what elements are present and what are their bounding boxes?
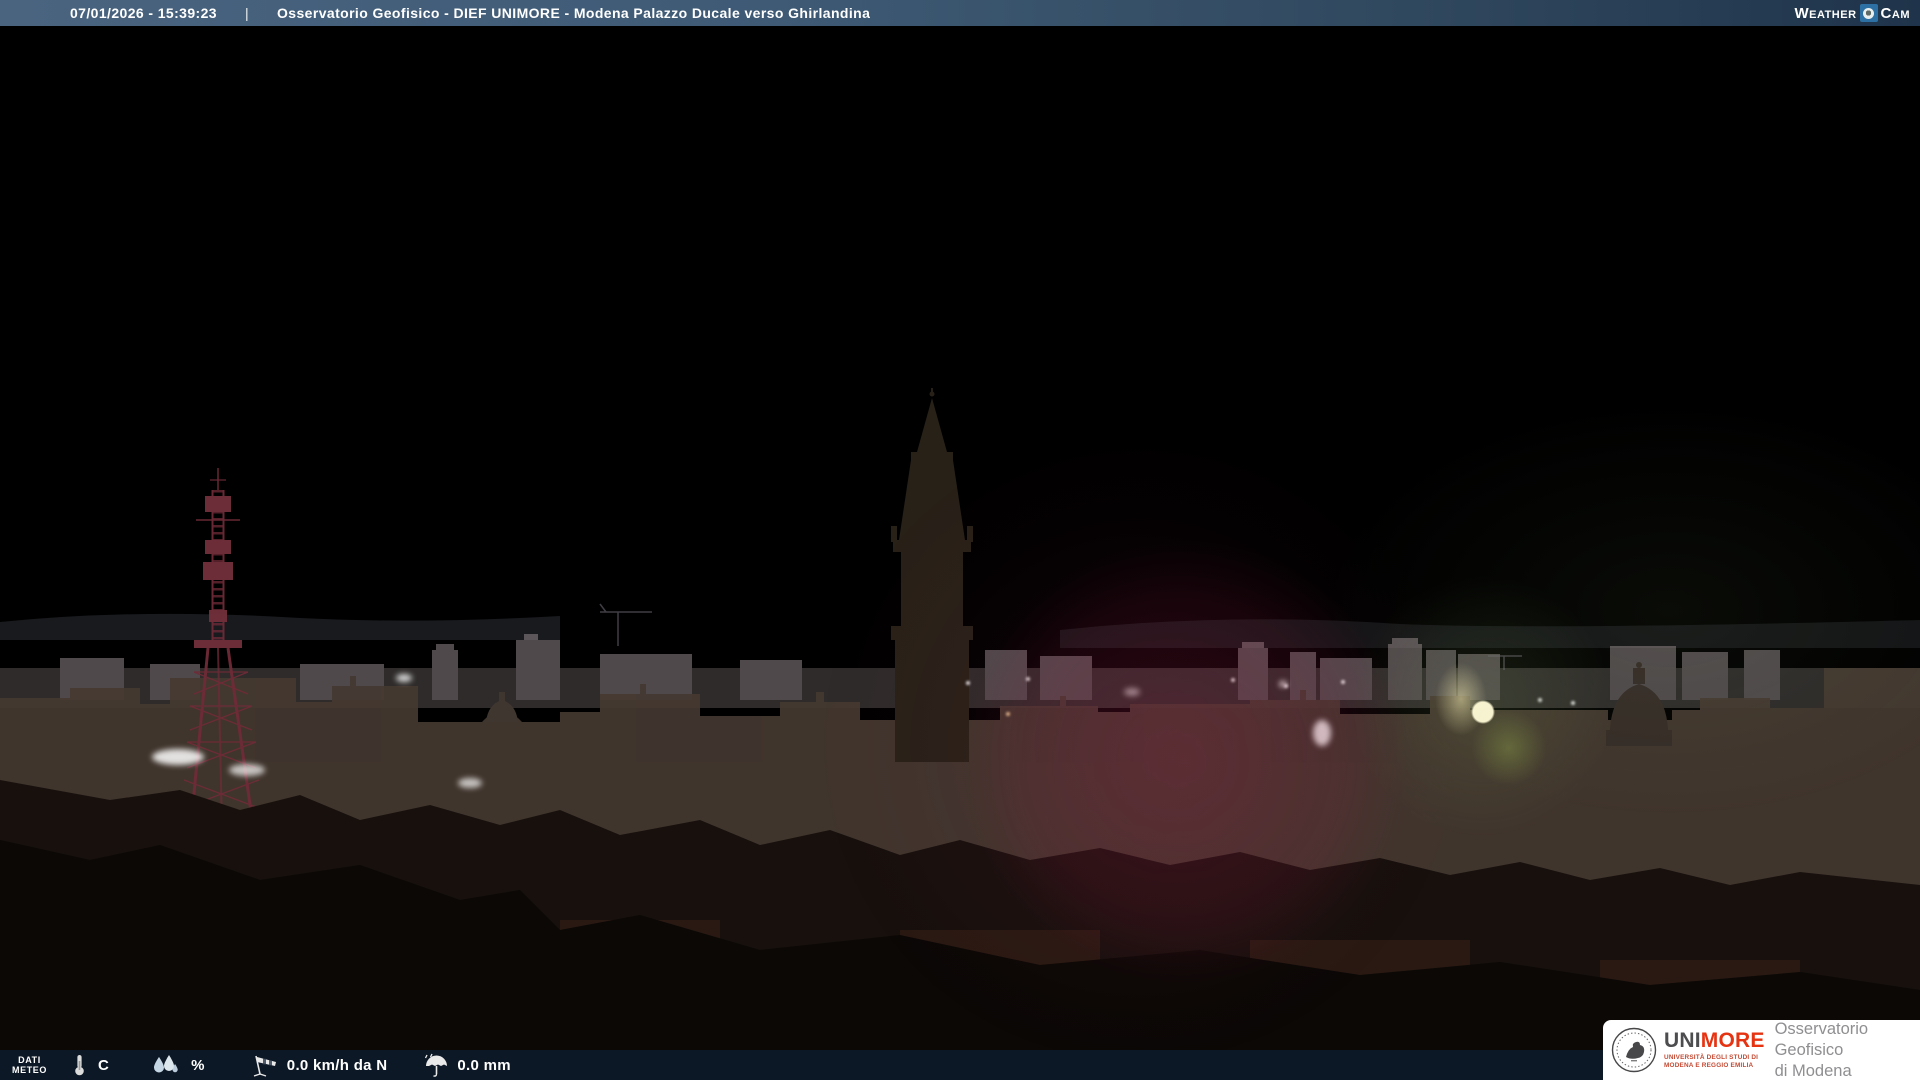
wind-value: 0.0 km/h da N [286, 1056, 388, 1074]
windsock-icon [247, 1053, 279, 1077]
unimore-logo-box: UNIMORE UNIVERSITÀ DEGLI STUDI DI MODENA… [1603, 1020, 1920, 1080]
city-silhouette [0, 388, 1920, 1080]
ghirlandina-tower-silhouette [891, 388, 973, 762]
water-drops-icon [151, 1054, 179, 1076]
weathercam-logo-weather: Weather [1794, 4, 1857, 22]
rain-value: 0.0 mm [457, 1056, 511, 1074]
weathercam-logo: Weather Cam [1794, 0, 1910, 26]
temperature-unit: C [98, 1056, 110, 1074]
camera-lens-icon [1859, 4, 1878, 22]
webcam-title: Osservatorio Geofisico - DIEF UNIMORE - … [277, 5, 871, 21]
humidity-unit: % [191, 1056, 205, 1074]
webcam-page: 07/01/2026 - 15:39:23 | Osservatorio Geo… [0, 0, 1920, 1080]
dati-meteo-label: DATI METEO [12, 1055, 48, 1075]
university-line2: MODENA E REGGIO EMILIA [1664, 1062, 1754, 1069]
separator: | [244, 5, 249, 21]
rain-umbrella-icon [423, 1053, 449, 1077]
weathercam-logo-cam: Cam [1880, 4, 1910, 22]
unimore-uni: UNI [1664, 1029, 1701, 1052]
university-line1: UNIVERSITÀ DEGLI STUDI DI [1664, 1054, 1759, 1061]
unimore-wordmark: UNIMORE UNIVERSITÀ DEGLI STUDI DI MODENA… [1664, 1030, 1765, 1070]
unimore-more: MORE [1700, 1029, 1765, 1052]
datetime-text: 07/01/2026 - 15:39:23 [70, 5, 217, 21]
top-info-bar: 07/01/2026 - 15:39:23 | Osservatorio Geo… [0, 0, 1920, 26]
observatory-name: Osservatorio Geofisico di Modena [1774, 1019, 1869, 1080]
thermometer-icon [73, 1053, 86, 1077]
unimore-seal-icon [1611, 1027, 1657, 1073]
